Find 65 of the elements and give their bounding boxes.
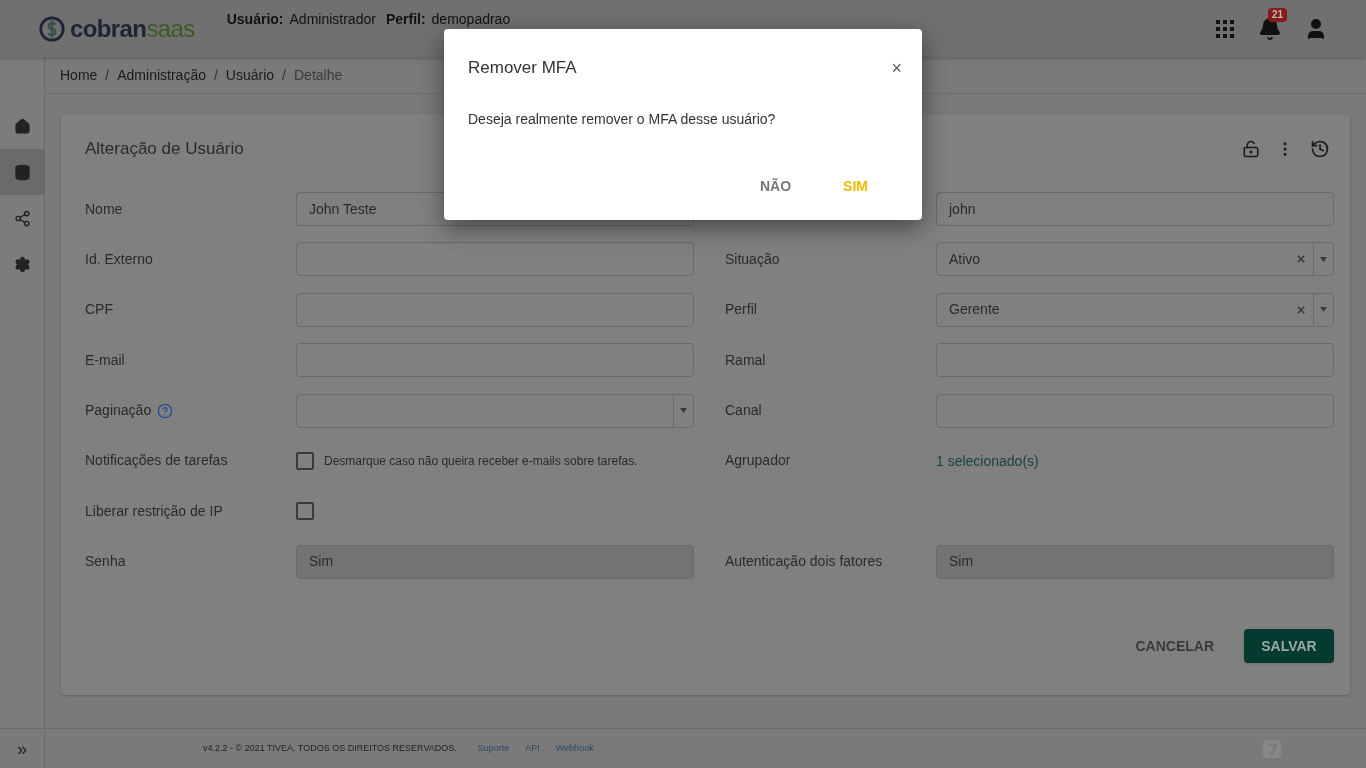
- field-label: Ramal: [725, 350, 766, 370]
- apps-grid-icon[interactable]: [1216, 19, 1234, 38]
- breadcrumb-item[interactable]: Administração: [117, 64, 206, 86]
- cancel-button[interactable]: CANCELAR: [1121, 629, 1228, 663]
- profile-value: demopadrao: [431, 10, 511, 29]
- form-title: Alteração de Usuário: [85, 138, 245, 161]
- expand-sidebar-button[interactable]: »: [17, 739, 27, 758]
- field-label: Canal: [725, 401, 762, 421]
- caret-icon: [1320, 307, 1327, 313]
- field-label: E-mail: [85, 350, 125, 370]
- breadcrumb-separator: /: [105, 65, 110, 85]
- share-icon: [13, 209, 31, 227]
- field-label: Autenticação dois fatores: [725, 552, 883, 572]
- caret-icon: [1320, 256, 1327, 262]
- database-icon: [13, 163, 31, 181]
- select-field[interactable]: [296, 393, 694, 428]
- dialog-message: Deseja realmente remover o MFA desse usuário?: [468, 109, 777, 129]
- save-button[interactable]: SALVAR: [1244, 629, 1334, 663]
- field-label: CPF: [85, 300, 113, 320]
- field-label: Senha: [85, 552, 126, 572]
- copyright-text: v4.2.2 - © 2021 TIVEA. TODOS OS DIREITOS RESERVADOS.: [203, 741, 457, 755]
- disabled-field: Sim: [936, 544, 1334, 579]
- field-label: Agrupador: [725, 451, 791, 471]
- profile-label: Perfil:: [385, 10, 426, 29]
- field-label: Notificações de tarefas: [85, 451, 228, 471]
- logo-icon: [38, 14, 66, 43]
- field-label: Id. Externo: [85, 249, 153, 269]
- checkbox[interactable]: [296, 451, 314, 470]
- cancel-button[interactable]: NÃO: [738, 168, 814, 204]
- checkbox-hint: Desmarque caso não queira receber e-mails sobre tarefas.: [324, 452, 638, 470]
- breadcrumb-separator: /: [282, 65, 286, 85]
- text-field[interactable]: [296, 242, 694, 277]
- lock-icon[interactable]: [1242, 140, 1260, 158]
- footer-link[interactable]: Webhook: [555, 741, 594, 756]
- clear-icon[interactable]: [1297, 255, 1305, 264]
- breadcrumb-separator: /: [213, 65, 218, 85]
- help-icon[interactable]: [157, 402, 174, 419]
- select-field[interactable]: Gerente: [936, 292, 1334, 327]
- history-icon[interactable]: [1310, 139, 1330, 159]
- notification-badge: 21: [1268, 7, 1288, 22]
- dialog-title: Remover MFA: [468, 57, 578, 79]
- selection-link[interactable]: 1 selecionado(s): [936, 452, 1039, 469]
- clear-icon[interactable]: [1297, 305, 1305, 314]
- sidebar-item[interactable]: [0, 149, 44, 195]
- field-label: Paginação: [85, 401, 152, 421]
- checkbox[interactable]: [296, 502, 314, 521]
- field-label: Perfil: [725, 300, 757, 320]
- text-field[interactable]: john: [936, 192, 1334, 226]
- user-value: Administrador: [289, 10, 376, 29]
- select-field[interactable]: Ativo: [936, 242, 1334, 277]
- field-label: Situação: [725, 249, 780, 269]
- breadcrumb-item[interactable]: Usuário: [225, 64, 275, 86]
- close-button[interactable]: ×: [891, 58, 902, 77]
- user-label: Usuário:: [226, 10, 284, 29]
- caret-icon: [680, 408, 687, 414]
- disabled-field: Sim: [296, 544, 694, 579]
- home-icon: [13, 117, 31, 135]
- footer-link[interactable]: Suporte: [477, 741, 510, 756]
- notification-bell-icon[interactable]: [1258, 16, 1282, 41]
- logo-text: cobransaas: [70, 13, 195, 44]
- field-label: Nome: [85, 199, 123, 219]
- breadcrumb-item: Detalhe: [294, 65, 343, 85]
- footer-link[interactable]: API: [525, 741, 540, 756]
- breadcrumb-item[interactable]: Home: [60, 64, 98, 86]
- field-label: Liberar restrição de IP: [85, 501, 223, 521]
